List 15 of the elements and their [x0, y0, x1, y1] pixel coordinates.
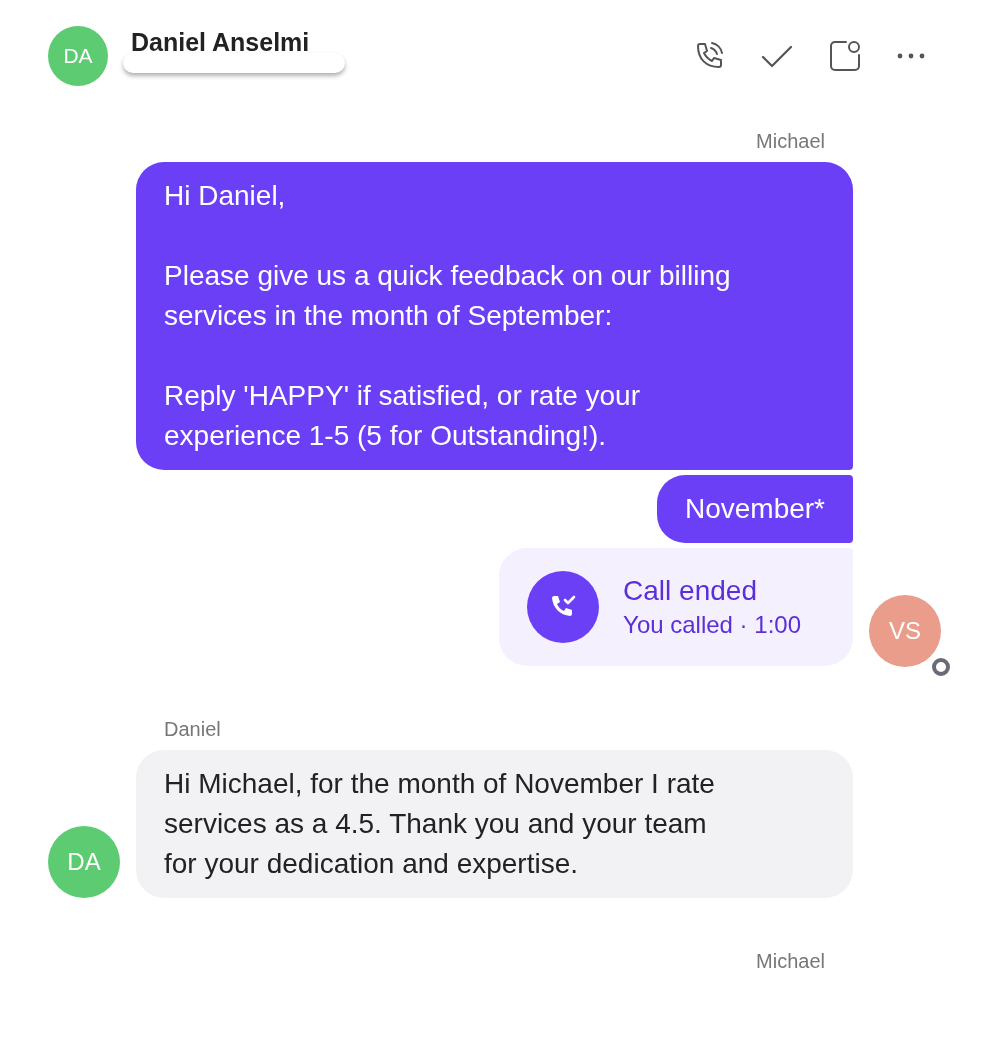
call-detail: You called · 1:00: [623, 611, 801, 639]
sender-name: Michael: [755, 950, 826, 973]
more-icon[interactable]: [896, 52, 926, 60]
avatar: DA: [48, 26, 108, 86]
chat-message: November*: [656, 475, 853, 543]
square-dot-icon[interactable]: [828, 39, 862, 73]
avatar: DA: [48, 826, 120, 898]
chat-message: Hi Daniel, Please give us a quick feedback on our billing services in the month of September: Reply 'HAPPY' if satisfied, or rate your experience 1-5 (5 for Outstanding!).: [136, 162, 853, 470]
chat-message: Hi Michael, for the month of November I rate services as a 4.5. Thank you and your team for your dedication and expertise.: [136, 750, 853, 898]
call-status: Call ended: [623, 575, 758, 607]
contact-name: Daniel Anselmi: [130, 27, 311, 57]
sender-name: Daniel: [163, 718, 222, 741]
avatar: VS: [869, 595, 941, 667]
phone-check-icon: [527, 571, 600, 643]
sender-name: Michael: [755, 130, 826, 153]
